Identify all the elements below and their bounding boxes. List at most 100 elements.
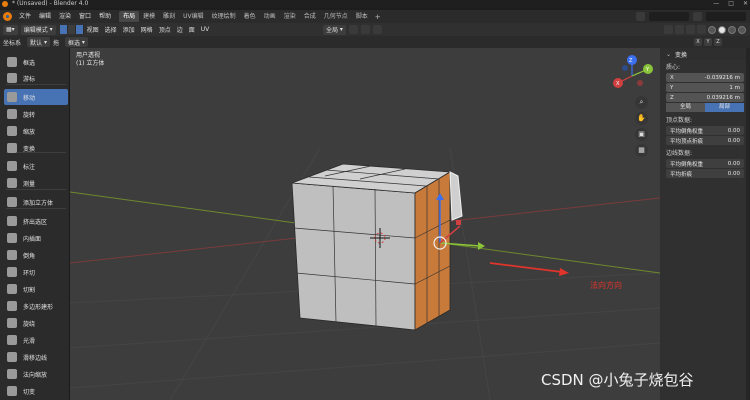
camera-icon[interactable]: ▣ bbox=[635, 128, 648, 141]
tab-geometry-nodes[interactable]: 几何节点 bbox=[320, 11, 352, 22]
mirror-x-button[interactable]: X bbox=[694, 38, 702, 46]
tool-button[interactable]: 切变 bbox=[4, 383, 68, 399]
tool-button[interactable]: 标注 bbox=[4, 158, 68, 174]
tool-button[interactable]: 变换 bbox=[4, 140, 68, 156]
tab-uv-editing[interactable]: UV编辑 bbox=[179, 11, 208, 22]
edge-crease-field[interactable]: 平均折痕 0.00 bbox=[666, 169, 744, 178]
tab-animation[interactable]: 动画 bbox=[260, 11, 280, 22]
zoom-icon[interactable]: ⌕ bbox=[635, 96, 648, 109]
tool-button[interactable]: 光滑 bbox=[4, 332, 68, 348]
drag-dropdown[interactable]: 框选 ▾ bbox=[64, 37, 88, 47]
scene-icon[interactable] bbox=[636, 12, 645, 21]
add-workspace-button[interactable]: + bbox=[372, 13, 384, 21]
tool-button[interactable]: 测量 bbox=[4, 175, 68, 191]
tool-button[interactable]: 环切 bbox=[4, 264, 68, 280]
mirror-y-button[interactable]: Y bbox=[704, 38, 712, 46]
tool-label: 旋转 bbox=[23, 111, 36, 119]
minimize-button[interactable]: — bbox=[713, 0, 719, 8]
local-toggle[interactable]: 局部 bbox=[705, 103, 744, 112]
menu-edge[interactable]: 边 bbox=[174, 25, 186, 34]
3d-viewport[interactable]: Z Y X 用户透视 (1) 立方体 bbox=[70, 48, 660, 400]
menu-help[interactable]: 帮助 bbox=[95, 10, 115, 23]
tool-button[interactable]: 切割 bbox=[4, 281, 68, 297]
global-toggle[interactable]: 全局 bbox=[666, 103, 705, 112]
vertex-crease-field[interactable]: 平均顶点折痕 0.00 bbox=[666, 136, 744, 145]
tab-modeling[interactable]: 建模 bbox=[139, 11, 159, 22]
mirror-z-button[interactable]: Z bbox=[714, 38, 722, 46]
tool-button[interactable]: 移动 bbox=[4, 89, 68, 105]
tab-layout[interactable]: 布局 bbox=[119, 11, 140, 22]
menu-edit[interactable]: 编辑 bbox=[35, 10, 55, 23]
visibility-icon[interactable] bbox=[664, 25, 673, 34]
pan-hand-icon[interactable]: ✋ bbox=[635, 112, 648, 125]
scene-selector[interactable] bbox=[649, 12, 689, 21]
view-layer-selector[interactable] bbox=[706, 12, 746, 21]
menu-view[interactable]: 视图 bbox=[84, 25, 102, 34]
tool-button[interactable]: 旋绕 bbox=[4, 315, 68, 331]
cube-side-face-selected[interactable] bbox=[414, 171, 451, 331]
vertex-select-icon[interactable] bbox=[59, 25, 68, 34]
menu-window[interactable]: 窗口 bbox=[75, 10, 95, 23]
blender-menu-icon[interactable] bbox=[3, 12, 12, 21]
editor-type-dropdown[interactable]: ▦▾ bbox=[3, 24, 18, 35]
solid-shading-icon[interactable] bbox=[718, 25, 726, 34]
rendered-shading-icon[interactable] bbox=[738, 25, 746, 34]
tab-sculpting[interactable]: 雕刻 bbox=[159, 11, 179, 22]
view-layer-icon[interactable] bbox=[693, 12, 702, 21]
close-button[interactable]: ✕ bbox=[743, 0, 748, 8]
tool-button[interactable]: 添加立方体 bbox=[4, 194, 68, 210]
tab-shading[interactable]: 着色 bbox=[240, 11, 260, 22]
tool-button[interactable]: 多边形建形 bbox=[4, 298, 68, 314]
median-y-field[interactable]: Y 1 m bbox=[666, 83, 744, 92]
cube-front-face[interactable] bbox=[291, 182, 416, 331]
orientation-dropdown[interactable]: 全局 ▾ bbox=[323, 24, 346, 35]
edge-bevel-weight-field[interactable]: 平均倒角权重 0.00 bbox=[666, 159, 744, 168]
navigation-buttons: ⌕ ✋ ▣ ▦ bbox=[635, 96, 657, 160]
transform-panel-header[interactable]: ⌄ 变换 bbox=[660, 48, 750, 60]
perspective-grid-icon[interactable]: ▦ bbox=[635, 144, 648, 157]
maximize-button[interactable]: □ bbox=[728, 0, 734, 8]
tool-button[interactable]: 内插面 bbox=[4, 230, 68, 246]
snap-icon[interactable] bbox=[360, 25, 370, 34]
menu-file[interactable]: 文件 bbox=[15, 10, 35, 23]
wireframe-shading-icon[interactable] bbox=[708, 25, 716, 34]
tool-button[interactable]: 倒角 bbox=[4, 247, 68, 263]
median-x-field[interactable]: X -0.039216 m bbox=[666, 73, 744, 82]
menu-uv[interactable]: UV bbox=[198, 26, 213, 33]
gizmo-icon[interactable] bbox=[675, 25, 684, 34]
face-select-icon[interactable] bbox=[75, 25, 84, 34]
tab-texture-paint[interactable]: 纹理绘制 bbox=[208, 11, 240, 22]
vertex-bevel-weight-field[interactable]: 平均倒角权重 0.00 bbox=[666, 126, 744, 135]
tool-button[interactable]: 游标 bbox=[4, 70, 68, 86]
proportional-edit-icon[interactable] bbox=[372, 25, 382, 34]
tool-button[interactable]: 旋转 bbox=[4, 106, 68, 122]
tool-button[interactable]: 缩放 bbox=[4, 123, 68, 139]
coord-dropdown[interactable]: 默认 ▾ bbox=[27, 37, 50, 47]
mode-dropdown[interactable]: 编辑模式 ▾ bbox=[20, 24, 56, 35]
menu-vertex[interactable]: 顶点 bbox=[156, 25, 174, 34]
tool-button[interactable]: 框选 bbox=[4, 54, 68, 70]
menu-face[interactable]: 面 bbox=[186, 25, 198, 34]
tab-compositing[interactable]: 合成 bbox=[300, 11, 320, 22]
edge-select-icon[interactable] bbox=[67, 25, 76, 34]
tool-button[interactable]: 法向缩放 bbox=[4, 366, 68, 382]
material-shading-icon[interactable] bbox=[728, 25, 736, 34]
tool-label: 移动 bbox=[23, 94, 36, 102]
xray-icon[interactable] bbox=[697, 25, 706, 34]
tool-button[interactable]: 滑移边线 bbox=[4, 349, 68, 365]
pivot-icon[interactable] bbox=[348, 25, 358, 34]
chevron-down-icon: ⌄ bbox=[666, 50, 672, 58]
sidebar-tabs[interactable] bbox=[746, 48, 750, 400]
menu-add[interactable]: 添加 bbox=[120, 25, 138, 34]
overlay-icon[interactable] bbox=[686, 25, 695, 34]
bevel-face[interactable] bbox=[449, 171, 463, 221]
tool-button[interactable]: 挤出选区 bbox=[4, 213, 68, 229]
tool-icon bbox=[7, 92, 17, 102]
menu-render[interactable]: 渲染 bbox=[55, 10, 75, 23]
menu-mesh[interactable]: 网格 bbox=[138, 25, 156, 34]
tool-label: 环切 bbox=[23, 269, 36, 277]
tab-rendering[interactable]: 渲染 bbox=[280, 11, 300, 22]
menu-select[interactable]: 选择 bbox=[102, 25, 120, 34]
median-z-field[interactable]: Z 0.039216 m bbox=[666, 93, 744, 102]
tab-scripting[interactable]: 脚本 bbox=[352, 11, 372, 22]
